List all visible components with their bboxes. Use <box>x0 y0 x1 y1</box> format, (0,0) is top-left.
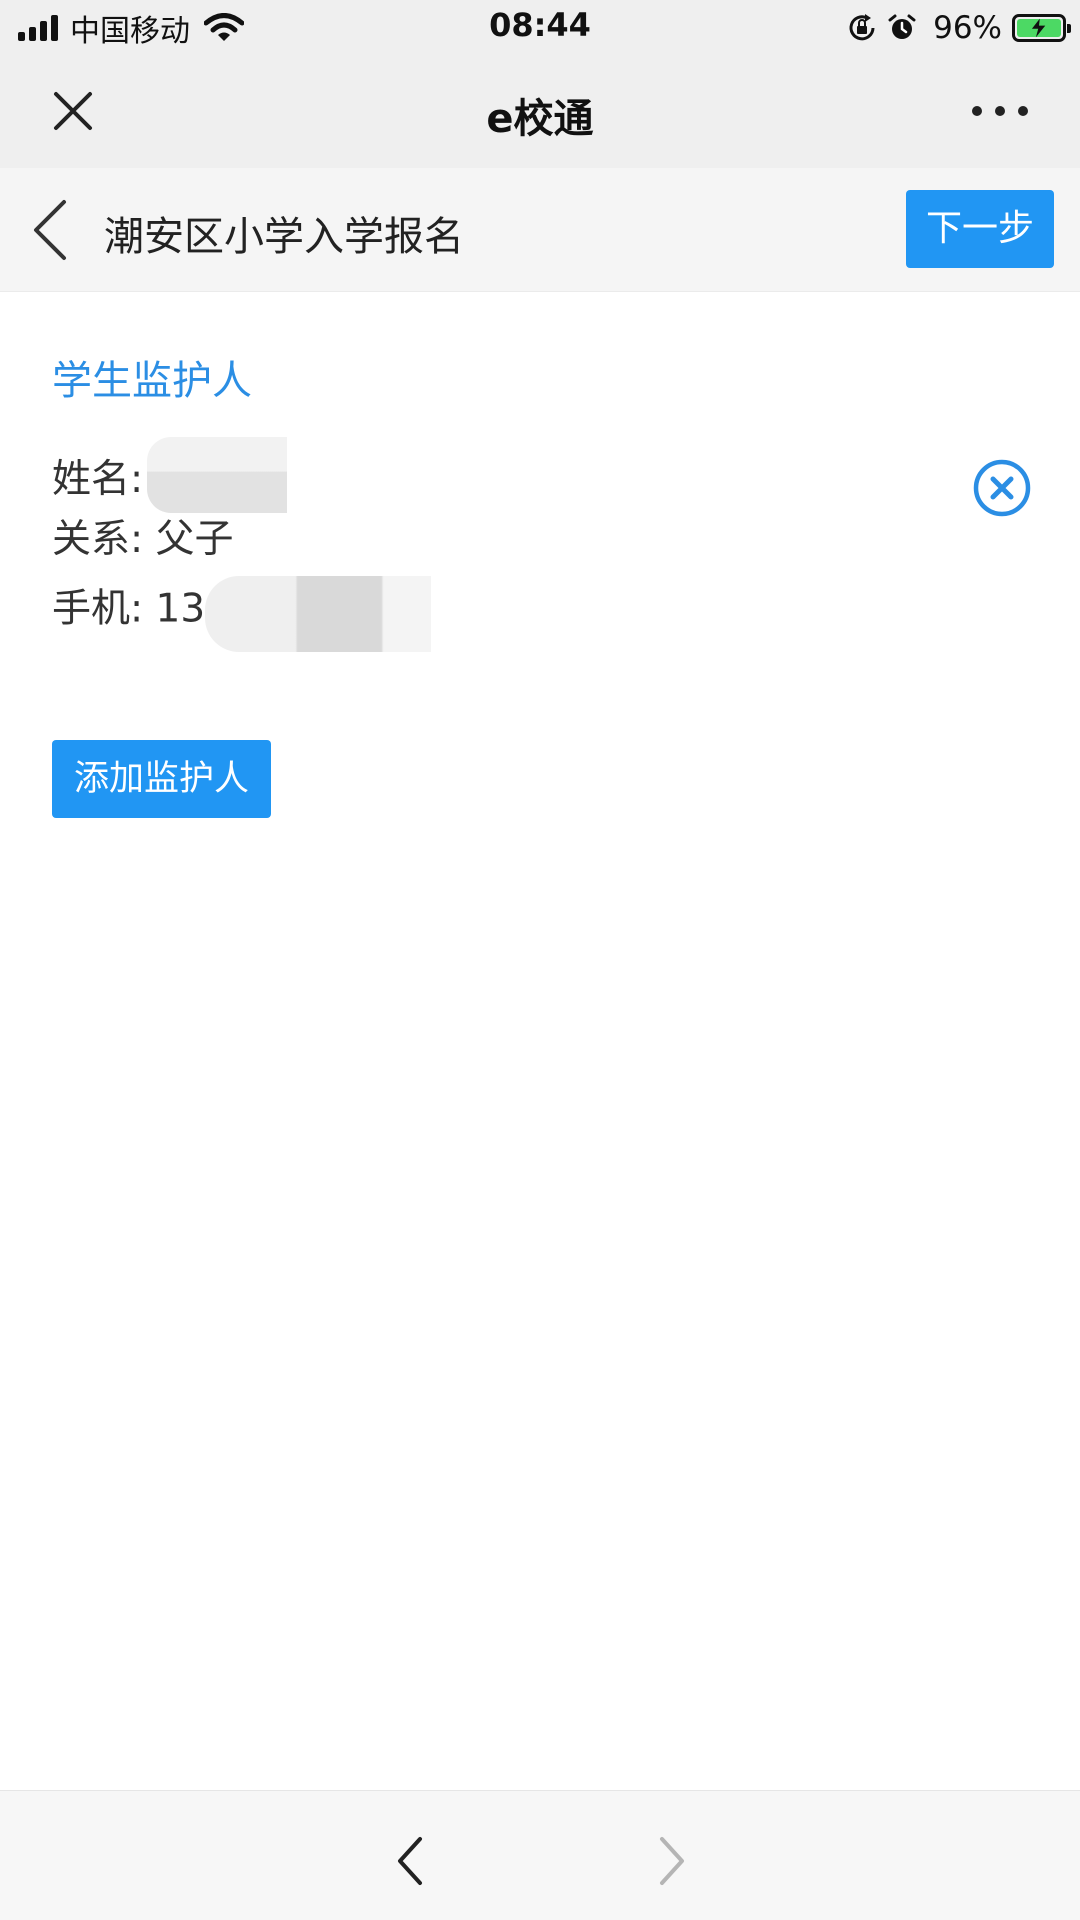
top-area: 中国移动 08:44 96% e校通 <box>0 0 1080 168</box>
page-title: 潮安区小学入学报名 <box>104 214 464 260</box>
back-chevron-icon[interactable] <box>28 198 72 262</box>
rotation-lock-icon <box>849 14 875 41</box>
bottom-nav-bar <box>0 1790 1080 1920</box>
page-header: 潮安区小学入学报名 下一步 <box>0 168 1080 292</box>
next-step-button[interactable]: 下一步 <box>906 190 1054 268</box>
phone-redacted <box>205 576 432 652</box>
status-bar: 中国移动 08:44 96% <box>0 0 1080 56</box>
name-redacted <box>147 436 288 513</box>
name-label: 姓名: <box>52 457 144 502</box>
wechat-title: e校通 <box>486 96 594 142</box>
guardian-relation-row: 关系: 父子 <box>52 510 1032 570</box>
relation-label: 关系: <box>52 517 144 562</box>
alarm-icon <box>888 14 916 39</box>
wechat-header: e校通 <box>0 56 1080 168</box>
guardian-name-row: 姓名: <box>52 436 1032 513</box>
more-icon[interactable] <box>970 104 1030 118</box>
battery-charging-icon <box>1012 14 1071 42</box>
relation-value: 父子 <box>155 517 234 562</box>
status-right: 96% <box>847 8 1071 48</box>
battery-percent: 96% <box>933 10 1002 46</box>
phone-label: 手机: <box>52 586 144 632</box>
add-guardian-button[interactable]: 添加监护人 <box>52 740 271 818</box>
nav-forward-icon[interactable] <box>652 1833 692 1889</box>
remove-circle-icon[interactable] <box>972 458 1032 518</box>
guardian-phone-row: 手机: 13 <box>52 570 1032 652</box>
phone-value: 13 <box>155 586 206 632</box>
guardian-card: 姓名: 关系: 父子 手机: 13 <box>52 436 1032 652</box>
section-title: 学生监护人 <box>52 358 252 404</box>
nav-back-icon[interactable] <box>390 1833 430 1889</box>
screen: 中国移动 08:44 96% e校通 潮安区小学入学报名 下一步 学生监护人 姓… <box>0 0 1080 1920</box>
